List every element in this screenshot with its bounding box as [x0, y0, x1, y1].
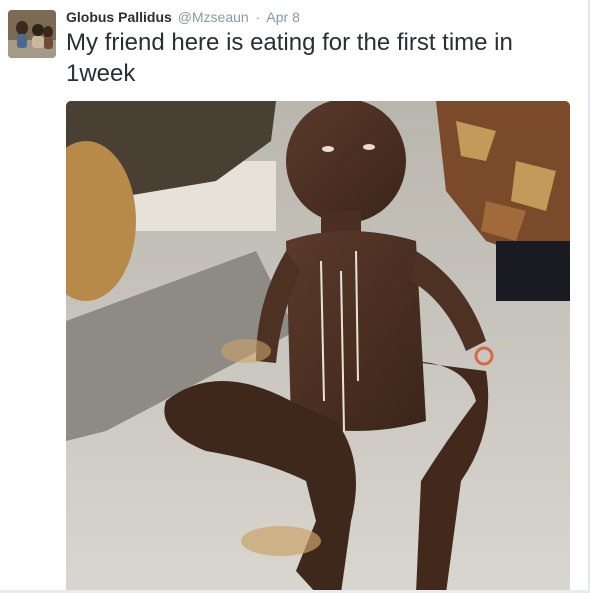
- tweet-text: My friend here is eating for the first t…: [66, 29, 513, 87]
- photo-image: [66, 101, 570, 593]
- tweet-timestamp[interactable]: Apr 8: [266, 9, 299, 25]
- tweet: Globus Pallidus @Mzseaun · Apr 8 My frie…: [0, 0, 590, 593]
- tweet-header: Globus Pallidus @Mzseaun · Apr 8: [66, 9, 300, 25]
- header-separator: ·: [255, 9, 261, 25]
- tweet-photo[interactable]: [66, 101, 570, 593]
- author-username[interactable]: @Mzseaun: [178, 9, 249, 25]
- avatar[interactable]: [8, 10, 56, 58]
- author-fullname[interactable]: Globus Pallidus: [66, 9, 172, 25]
- profile-photo-icon: [8, 10, 56, 58]
